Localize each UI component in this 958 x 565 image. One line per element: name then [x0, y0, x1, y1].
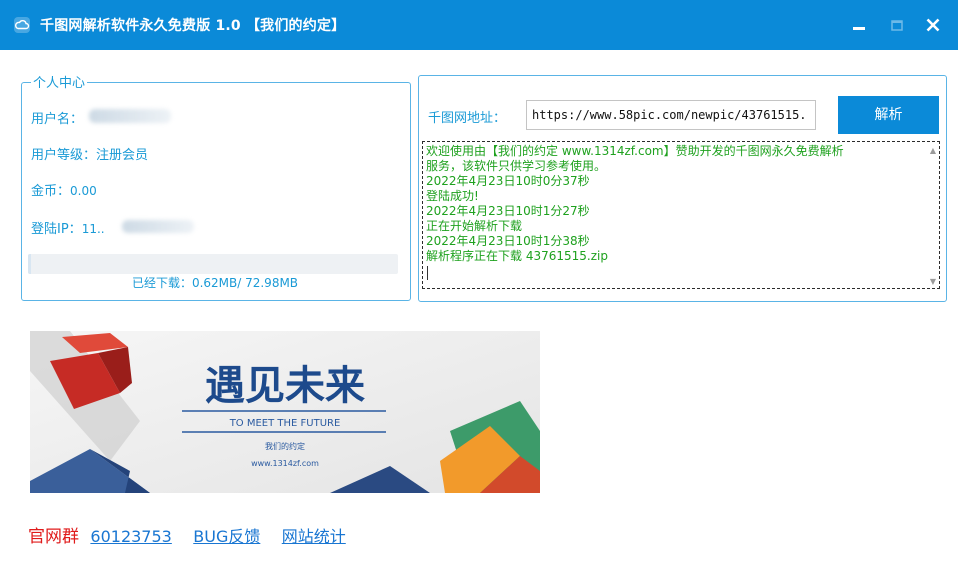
group-label: 官网群 [28, 527, 79, 547]
username-redacted [89, 109, 171, 123]
maximize-icon [891, 20, 903, 31]
parse-button[interactable]: 解析 [838, 96, 939, 134]
coins-value: 0.00 [70, 184, 97, 198]
user-center-legend: 个人中心 [31, 72, 88, 91]
site-stats-link[interactable]: 网站统计 [282, 527, 346, 546]
minimize-icon [853, 27, 865, 30]
log-line: 2022年4月23日10时1分27秒 [426, 204, 590, 218]
scroll-down-arrow-icon[interactable]: ▼ [930, 277, 936, 286]
maximize-button[interactable] [884, 12, 910, 38]
group-number-link[interactable]: 60123753 [90, 527, 171, 546]
download-progress-text: 已经下载：0.62MB/ 72.98MB [131, 276, 299, 290]
username-row: 用户名： [31, 108, 83, 127]
text-cursor [427, 266, 428, 280]
user-level-row: 用户等级：注册会员 [31, 144, 148, 163]
download-progress-fill [28, 254, 32, 274]
log-output[interactable]: 欢迎使用由【我们的约定 www.1314zf.com】赞助开发的千图网永久免费解… [422, 141, 940, 289]
download-progress-bar [28, 254, 398, 274]
log-line: 欢迎使用由【我们的约定 www.1314zf.com】赞助开发的千图网永久免费解… [426, 144, 844, 158]
log-line: 解析程序正在下载 43761515.zip [426, 249, 608, 263]
footer-links: 官网群 60123753 BUG反馈 网站统计 [28, 522, 346, 547]
login-ip-value: 11.. [81, 222, 105, 236]
login-ip-label: 登陆IP： [31, 222, 82, 237]
url-label: 千图网地址： [428, 111, 507, 126]
log-line: 正在开始解析下载 [426, 219, 523, 233]
app-cloud-icon [14, 17, 30, 33]
window-title: 千图网解析软件永久免费版 1.0 【我们的约定】 [40, 18, 346, 34]
ip-redacted [122, 220, 194, 233]
bug-feedback-link[interactable]: BUG反馈 [193, 527, 260, 546]
login-ip-row: 登陆IP：11.. [31, 218, 105, 237]
banner-image[interactable]: 遇见未来 TO MEET THE FUTURE 我们的约定 www.1314zf… [30, 331, 540, 493]
username-label: 用户名： [31, 112, 84, 127]
log-line: 登陆成功! [426, 189, 479, 203]
coins-row: 金币：0.00 [31, 180, 97, 199]
user-level-label: 用户等级： [31, 148, 97, 163]
banner-headline: 遇见未来 [205, 363, 365, 409]
close-button[interactable] [920, 12, 946, 38]
coins-label: 金币： [31, 184, 71, 199]
log-line: 服务，该软件只供学习参考使用。 [426, 159, 607, 173]
banner-brand: 我们的约定 [265, 441, 305, 451]
banner-site: www.1314zf.com [251, 459, 319, 468]
url-input[interactable] [526, 100, 816, 130]
log-line: 2022年4月23日10时0分37秒 [426, 174, 590, 188]
title-bar: 千图网解析软件永久免费版 1.0 【我们的约定】 [0, 0, 958, 50]
user-level-value: 注册会员 [96, 148, 149, 163]
log-line: 2022年4月23日10时1分38秒 [426, 234, 590, 248]
minimize-button[interactable] [846, 12, 872, 38]
scroll-up-arrow-icon[interactable]: ▲ [930, 146, 936, 155]
banner-subline: TO MEET THE FUTURE [229, 418, 341, 429]
close-icon [926, 18, 940, 32]
